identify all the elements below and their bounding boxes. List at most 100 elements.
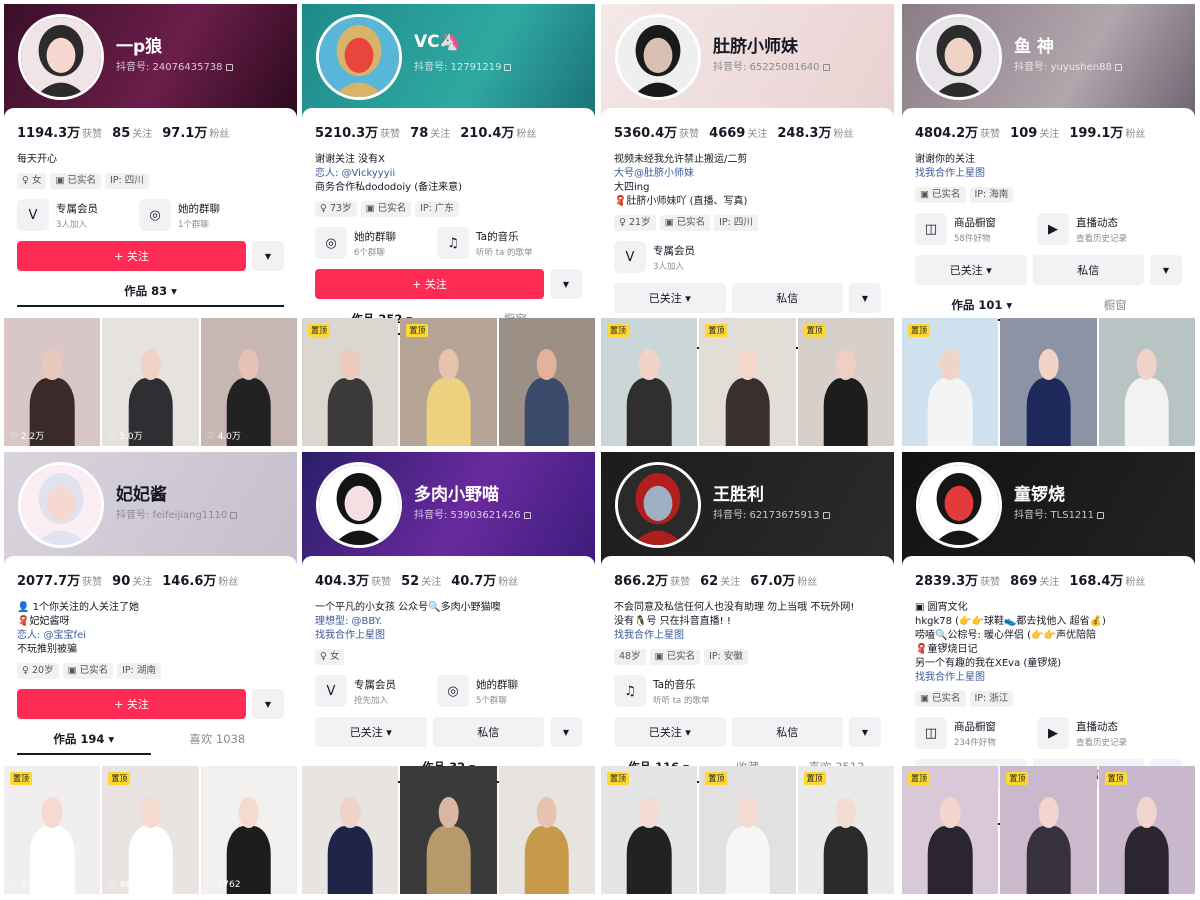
- work-thumbnail[interactable]: 置顶: [1098, 766, 1195, 894]
- avatar[interactable]: [916, 14, 1002, 100]
- message-button[interactable]: 私信: [731, 717, 843, 747]
- bio-line[interactable]: 恋人: @宝宝fei: [17, 629, 284, 643]
- service-item[interactable]: V 专属会员 3人加入: [17, 199, 129, 231]
- tab-1[interactable]: 喜欢 1038: [151, 731, 285, 755]
- stat-following[interactable]: 78 关注: [410, 122, 450, 141]
- service-item[interactable]: V 专属会员 3人加入: [614, 241, 726, 273]
- stat-following[interactable]: 52 关注: [401, 570, 441, 589]
- stat-followers[interactable]: 168.4万 粉丝: [1069, 570, 1145, 589]
- stat-likes[interactable]: 2077.7万 获赞: [17, 570, 102, 589]
- follow-button[interactable]: + 关注: [315, 269, 544, 299]
- more-chevron-down-icon[interactable]: ▼: [849, 717, 881, 747]
- stat-following[interactable]: 85 关注: [112, 122, 152, 141]
- stat-following[interactable]: 62 关注: [700, 570, 740, 589]
- following-button[interactable]: 已关注 ▾: [315, 717, 427, 747]
- stat-followers[interactable]: 67.0万 粉丝: [750, 570, 817, 589]
- more-chevron-down-icon[interactable]: ▼: [550, 269, 582, 299]
- service-item[interactable]: ♫ Ta的音乐 听听 ta 的歌单: [437, 227, 549, 259]
- follow-button[interactable]: + 关注: [17, 241, 246, 271]
- more-chevron-down-icon[interactable]: ▼: [849, 283, 881, 313]
- copy-icon[interactable]: [822, 512, 830, 519]
- service-item[interactable]: ♫ Ta的音乐 听听 ta 的歌单: [614, 675, 726, 707]
- message-button[interactable]: 私信: [1032, 255, 1144, 285]
- tab-0[interactable]: 作品 194 ▾: [17, 731, 151, 755]
- work-thumbnail[interactable]: [1000, 318, 1097, 446]
- work-thumbnail[interactable]: [498, 766, 595, 894]
- stat-likes[interactable]: 1194.3万 获赞: [17, 122, 102, 141]
- work-thumbnail[interactable]: ♡ 5.0万: [102, 318, 199, 446]
- copy-icon[interactable]: [822, 64, 830, 71]
- stat-following[interactable]: 4669 关注: [709, 122, 767, 141]
- service-item[interactable]: ▶ 直播动态 查看历史记录: [1037, 717, 1149, 749]
- bio-line[interactable]: 找我合作上星图: [315, 629, 582, 643]
- work-thumbnail[interactable]: 置顶: [699, 766, 796, 894]
- avatar[interactable]: [316, 14, 402, 100]
- avatar[interactable]: [916, 462, 1002, 548]
- stat-following[interactable]: 90 关注: [112, 570, 152, 589]
- work-thumbnail[interactable]: 置顶: [699, 318, 796, 446]
- stat-followers[interactable]: 210.4万 粉丝: [460, 122, 536, 141]
- message-button[interactable]: 私信: [731, 283, 843, 313]
- stat-likes[interactable]: 4804.2万 获赞: [915, 122, 1000, 141]
- more-chevron-down-icon[interactable]: ▼: [252, 689, 284, 719]
- copy-icon[interactable]: [225, 64, 233, 71]
- work-thumbnail[interactable]: [302, 766, 399, 894]
- service-item[interactable]: ◫ 商品橱窗 234件好物: [915, 717, 1027, 749]
- more-chevron-down-icon[interactable]: ▼: [1150, 255, 1182, 285]
- service-item[interactable]: ◫ 商品橱窗 58件好物: [915, 213, 1027, 245]
- stat-followers[interactable]: 248.3万 粉丝: [777, 122, 853, 141]
- work-thumbnail[interactable]: 置顶 ♡ 46.8万: [102, 766, 199, 894]
- avatar[interactable]: [615, 14, 701, 100]
- message-button[interactable]: 私信: [432, 717, 544, 747]
- copy-icon[interactable]: [1114, 64, 1122, 71]
- work-thumbnail[interactable]: ♡ 4.0万: [200, 318, 297, 446]
- work-thumbnail[interactable]: 置顶: [1000, 766, 1097, 894]
- work-thumbnail[interactable]: 置顶 ♡ 50.5万: [4, 766, 101, 894]
- bio-line[interactable]: 找我合作上星图: [614, 629, 881, 643]
- work-thumbnail[interactable]: 置顶: [797, 318, 894, 446]
- work-thumbnail[interactable]: ♡ 2.2万: [4, 318, 101, 446]
- stat-likes[interactable]: 5360.4万 获赞: [614, 122, 699, 141]
- avatar[interactable]: [18, 14, 104, 100]
- stat-likes[interactable]: 2839.3万 获赞: [915, 570, 1000, 589]
- stat-following[interactable]: 109 关注: [1010, 122, 1059, 141]
- bio-line[interactable]: 找我合作上星图: [915, 167, 1182, 181]
- stat-followers[interactable]: 146.6万 粉丝: [162, 570, 238, 589]
- work-thumbnail[interactable]: 置顶: [601, 766, 698, 894]
- avatar[interactable]: [615, 462, 701, 548]
- copy-icon[interactable]: [230, 512, 238, 519]
- work-thumbnail[interactable]: 置顶: [302, 318, 399, 446]
- following-button[interactable]: 已关注 ▾: [915, 255, 1027, 285]
- service-item[interactable]: V 专属会员 抢先加入: [315, 675, 427, 707]
- tab-0[interactable]: 作品 83 ▾: [17, 283, 284, 307]
- copy-icon[interactable]: [523, 512, 531, 519]
- more-chevron-down-icon[interactable]: ▼: [550, 717, 582, 747]
- following-button[interactable]: 已关注 ▾: [614, 717, 726, 747]
- bio-line[interactable]: 大号@肚脐小师妹: [614, 167, 881, 181]
- work-thumbnail[interactable]: 置顶: [902, 318, 999, 446]
- service-item[interactable]: ▶ 直播动态 查看历史记录: [1037, 213, 1149, 245]
- work-thumbnail[interactable]: [400, 766, 497, 894]
- service-item[interactable]: ◎ 她的群聊 1个群聊: [139, 199, 251, 231]
- work-thumbnail[interactable]: 置顶: [601, 318, 698, 446]
- avatar[interactable]: [18, 462, 104, 548]
- copy-icon[interactable]: [504, 64, 512, 71]
- service-item[interactable]: ◎ 她的群聊 5个群聊: [437, 675, 549, 707]
- work-thumbnail[interactable]: 置顶: [797, 766, 894, 894]
- work-thumbnail[interactable]: [1098, 318, 1195, 446]
- avatar[interactable]: [316, 462, 402, 548]
- work-thumbnail[interactable]: ♡ 8762: [200, 766, 297, 894]
- more-chevron-down-icon[interactable]: ▼: [252, 241, 284, 271]
- bio-line[interactable]: 找我合作上星图: [915, 671, 1182, 685]
- stat-likes[interactable]: 5210.3万 获赞: [315, 122, 400, 141]
- stat-likes[interactable]: 866.2万 获赞: [614, 570, 690, 589]
- bio-line[interactable]: 理想型: @BBY.: [315, 615, 582, 629]
- bio-line[interactable]: 恋人: @Vickyyyii: [315, 167, 582, 181]
- work-thumbnail[interactable]: 置顶: [400, 318, 497, 446]
- stat-followers[interactable]: 40.7万 粉丝: [451, 570, 518, 589]
- stat-followers[interactable]: 97.1万 粉丝: [162, 122, 229, 141]
- service-item[interactable]: ◎ 她的群聊 6个群聊: [315, 227, 427, 259]
- work-thumbnail[interactable]: [498, 318, 595, 446]
- stat-likes[interactable]: 404.3万 获赞: [315, 570, 391, 589]
- follow-button[interactable]: + 关注: [17, 689, 246, 719]
